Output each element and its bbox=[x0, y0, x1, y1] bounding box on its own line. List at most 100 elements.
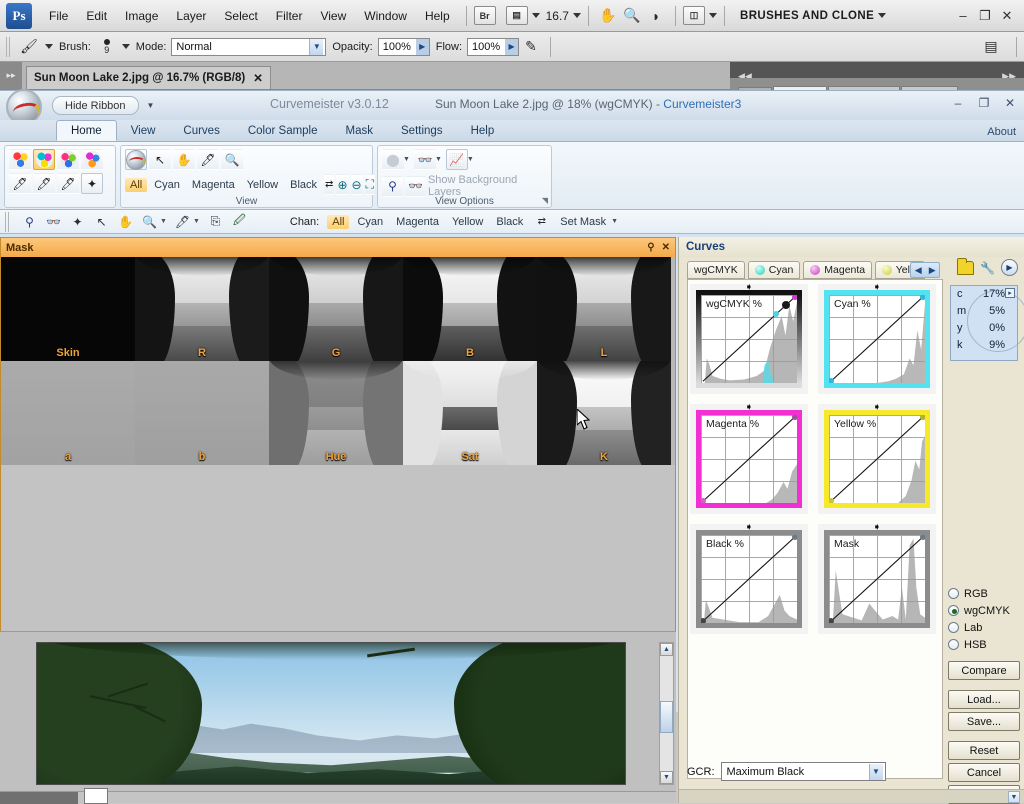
view-channel-yellow[interactable]: Yellow bbox=[242, 178, 283, 192]
menu-edit[interactable]: Edit bbox=[77, 5, 116, 27]
zoom-in-button[interactable]: ⊕ bbox=[336, 174, 349, 195]
load-button[interactable]: Load... bbox=[948, 690, 1020, 709]
document-tab[interactable]: Sun Moon Lake 2.jpg @ 16.7% (RGB/8) ✕ bbox=[26, 66, 271, 89]
mask-thumb-skin[interactable]: Skin bbox=[1, 257, 135, 361]
curve-point-cyan[interactable] bbox=[773, 311, 779, 317]
colorspace-cmyk-button[interactable] bbox=[33, 149, 55, 170]
options-grip[interactable] bbox=[6, 36, 11, 57]
menu-select[interactable]: Select bbox=[215, 5, 266, 27]
menu-window[interactable]: Window bbox=[355, 5, 416, 27]
curve-endpoint-high[interactable] bbox=[920, 295, 925, 300]
gcr-chevron-down-icon[interactable]: ▼ bbox=[868, 763, 883, 780]
pin-tool-icon[interactable]: ⚲ bbox=[382, 175, 403, 197]
curve-tabs-nav[interactable]: ◀ ▶ bbox=[910, 262, 941, 278]
curve-endpoint-low[interactable] bbox=[701, 498, 706, 503]
toolbar2-swap-icon[interactable]: ⇄ bbox=[531, 212, 552, 232]
airbrush-icon[interactable]: ✎ bbox=[519, 36, 543, 58]
zoom-tool-icon[interactable]: 🔍 bbox=[620, 5, 644, 27]
curve-tab-magenta[interactable]: Magenta bbox=[803, 261, 873, 279]
brush-tool-icon[interactable]: 🖌 bbox=[17, 36, 41, 58]
curve-top-arrow-icon[interactable]: ➧ bbox=[745, 522, 753, 533]
zoom-out-button[interactable]: ⊖ bbox=[350, 174, 363, 195]
curve-tab-next-icon[interactable]: ▶ bbox=[925, 265, 939, 276]
magic-wand-button[interactable]: ✦ bbox=[81, 173, 103, 194]
hand-icon[interactable]: ✋ bbox=[115, 212, 136, 232]
magic-wand-icon[interactable]: ✦ bbox=[67, 212, 88, 232]
view-channel-black[interactable]: Black bbox=[285, 178, 322, 192]
blend-mode-select[interactable]: Normal ▼ bbox=[171, 37, 327, 56]
mask-glasses-chevron-down-icon[interactable]: ▼ bbox=[435, 156, 442, 163]
hand-tool-icon[interactable]: ✋ bbox=[596, 5, 620, 27]
curve-endpoint-high[interactable] bbox=[792, 535, 797, 540]
curve-overlay-button[interactable]: 📈 bbox=[445, 149, 468, 170]
curve-tab-cyan[interactable]: Cyan bbox=[747, 261, 801, 279]
mask-thumb-hue[interactable]: Hue bbox=[269, 361, 403, 465]
radio-wgcmyk[interactable]: wgCMYK bbox=[948, 602, 1020, 619]
menu-help[interactable]: Help bbox=[416, 5, 459, 27]
curve-tab-prev-icon[interactable]: ◀ bbox=[911, 265, 925, 276]
cm-close-button[interactable]: ✕ bbox=[1002, 95, 1018, 111]
mask-thumb-g[interactable]: G bbox=[269, 257, 403, 361]
blend-mode-chevron-down-icon[interactable]: ▼ bbox=[309, 38, 324, 55]
eyedropper-chevron-down-icon[interactable]: ▼ bbox=[193, 218, 200, 225]
ps-minimize-button[interactable]: – bbox=[952, 5, 974, 27]
tab-curves[interactable]: Curves bbox=[169, 120, 233, 141]
radio-button-icon[interactable] bbox=[948, 622, 959, 633]
mask-thumb-sat[interactable]: Sat bbox=[403, 361, 537, 465]
view-channel-cyan[interactable]: Cyan bbox=[149, 178, 185, 192]
arrow-cursor-icon[interactable]: ↖ bbox=[91, 212, 112, 232]
mask-glasses-button[interactable]: 👓 bbox=[413, 149, 436, 170]
scroll-down-button[interactable]: ▼ bbox=[660, 771, 673, 784]
cancel-button[interactable]: Cancel bbox=[948, 763, 1020, 782]
opacity-stepper-icon[interactable]: ▶ bbox=[415, 38, 429, 55]
show-background-glasses-icon[interactable]: 👓 bbox=[404, 175, 426, 197]
toolbar2-channel-all[interactable]: All bbox=[327, 214, 350, 229]
chevron-down-icon[interactable] bbox=[531, 13, 540, 18]
radio-button-selected-icon[interactable] bbox=[948, 605, 959, 616]
curve-top-arrow-icon[interactable]: ➧ bbox=[873, 402, 881, 413]
view-channel-magenta[interactable]: Magenta bbox=[187, 178, 240, 192]
close-icon[interactable]: ✕ bbox=[662, 242, 670, 253]
mask-thumb-r[interactable]: R bbox=[135, 257, 269, 361]
radio-button-icon[interactable] bbox=[948, 588, 959, 599]
magnifier-chevron-down-icon[interactable]: ▼ bbox=[160, 218, 167, 225]
colorspace-rgb-button[interactable] bbox=[9, 149, 31, 170]
screen-mode-icon[interactable]: ▤ bbox=[505, 6, 528, 25]
reset-button[interactable]: Reset bbox=[948, 741, 1020, 760]
radio-lab[interactable]: Lab bbox=[948, 619, 1020, 636]
ps-restore-button[interactable]: ❐ bbox=[974, 5, 996, 27]
view-channel-all[interactable]: All bbox=[125, 177, 148, 192]
arrow-cursor-button[interactable]: ↖ bbox=[149, 149, 171, 170]
folder-icon[interactable] bbox=[957, 257, 975, 275]
scrollbar-thumb[interactable] bbox=[660, 701, 673, 733]
set-mask-chevron-down-icon[interactable]: ▼ bbox=[611, 218, 618, 225]
curve-tab-wgcmyk[interactable]: wgCMYK bbox=[687, 261, 745, 279]
radio-hsb[interactable]: HSB bbox=[948, 636, 1020, 653]
curve-endpoint-high[interactable] bbox=[920, 535, 925, 540]
menu-view[interactable]: View bbox=[311, 5, 355, 27]
canvas-vertical-scrollbar[interactable]: ▲ ▼ bbox=[659, 642, 674, 785]
gcr-select[interactable]: Maximum Black ▼ bbox=[720, 762, 886, 781]
tab-color-sample[interactable]: Color Sample bbox=[234, 120, 332, 141]
wrench-icon[interactable]: 🔧 bbox=[980, 261, 995, 275]
arrange-documents-icon[interactable]: ◫ bbox=[682, 6, 705, 25]
toolbar2-channel-yellow[interactable]: Yellow bbox=[447, 215, 488, 229]
ps-close-button[interactable]: ✕ bbox=[996, 5, 1018, 27]
status-chevron-down-icon[interactable]: ▼ bbox=[1008, 791, 1020, 803]
curve-box-wgcmyk[interactable]: ➧ wgCMYK % bbox=[690, 282, 808, 394]
about-link[interactable]: About bbox=[987, 126, 1016, 138]
copy-icon[interactable]: ⎘ bbox=[205, 212, 226, 232]
document-tab-close-icon[interactable]: ✕ bbox=[253, 71, 263, 85]
workspace-label[interactable]: BRUSHES AND CLONE bbox=[740, 10, 874, 22]
hide-ribbon-button[interactable]: Hide Ribbon bbox=[52, 96, 139, 115]
curve-box-magenta[interactable]: ➧ Magenta % bbox=[690, 402, 808, 514]
toolbar2-grip[interactable] bbox=[5, 211, 10, 232]
flow-input[interactable]: 100% ▶ bbox=[467, 37, 520, 56]
menu-image[interactable]: Image bbox=[116, 5, 167, 27]
curve-box-cyan[interactable]: ➧ Cyan % bbox=[818, 282, 936, 394]
curve-overlay-chevron-down-icon[interactable]: ▼ bbox=[467, 156, 474, 163]
toolbar2-channel-magenta[interactable]: Magenta bbox=[391, 215, 444, 229]
toolbar2-channel-black[interactable]: Black bbox=[491, 215, 528, 229]
mask-thumb-b2[interactable]: b bbox=[135, 361, 269, 465]
menu-filter[interactable]: Filter bbox=[267, 5, 312, 27]
